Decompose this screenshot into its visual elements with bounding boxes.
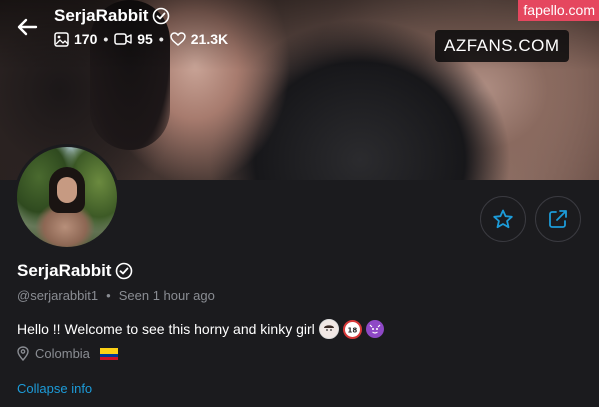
photos-stat[interactable]: 170 xyxy=(54,31,97,47)
header-title: SerjaRabbit xyxy=(54,6,170,26)
header-username: SerjaRabbit xyxy=(54,6,149,25)
watermark-azfans: AZFANS.COM xyxy=(435,30,569,62)
verified-badge-icon xyxy=(153,7,170,25)
video-icon xyxy=(114,33,132,45)
colombia-flag-icon xyxy=(99,347,118,360)
svg-text:18: 18 xyxy=(347,326,357,334)
bio-text: Hello !! Welcome to see this horny and k… xyxy=(17,321,315,337)
last-seen-time: 1 hour ago xyxy=(152,288,215,303)
no-under-18-icon: 18 xyxy=(342,319,362,339)
image-icon xyxy=(54,31,69,47)
avatar[interactable] xyxy=(14,144,120,250)
profile-bio: Hello !! Welcome to see this horny and k… xyxy=(17,319,384,339)
verified-badge-icon xyxy=(116,262,133,280)
collapse-info-link[interactable]: Collapse info xyxy=(17,381,92,396)
favorite-button[interactable] xyxy=(480,196,526,242)
separator-dot: • xyxy=(106,288,111,303)
face-emoji-icon xyxy=(318,319,339,339)
separator-dot: • xyxy=(158,31,164,47)
last-seen: Seen 1 hour ago xyxy=(119,288,215,303)
back-button[interactable] xyxy=(14,14,40,40)
location-text: Colombia xyxy=(35,346,90,361)
star-icon xyxy=(493,209,513,229)
profile-location: Colombia xyxy=(17,346,118,361)
photos-count: 170 xyxy=(74,31,98,47)
devil-emoji-icon xyxy=(365,320,384,338)
share-icon xyxy=(549,210,567,228)
likes-stat: 21.3K xyxy=(170,31,228,47)
likes-count: 21.3K xyxy=(190,31,229,47)
map-pin-icon xyxy=(17,346,29,361)
header-stats: 170 • 95 • 21.3K xyxy=(54,31,228,47)
profile-handle-row: @serjarabbit1 • Seen 1 hour ago xyxy=(17,288,215,303)
separator-dot: • xyxy=(103,31,109,47)
heart-icon xyxy=(170,32,186,46)
last-seen-label: Seen xyxy=(118,288,150,303)
avatar-detail xyxy=(57,177,77,203)
videos-count: 95 xyxy=(137,31,153,47)
share-button[interactable] xyxy=(535,196,581,242)
profile-name-row: SerjaRabbit xyxy=(17,261,133,281)
profile-display-name: SerjaRabbit xyxy=(17,261,112,280)
videos-stat[interactable]: 95 xyxy=(114,31,153,47)
arrow-left-icon xyxy=(17,18,38,36)
profile-handle: @serjarabbit1 xyxy=(17,288,99,303)
watermark-fapello: fapello.com xyxy=(518,0,599,21)
